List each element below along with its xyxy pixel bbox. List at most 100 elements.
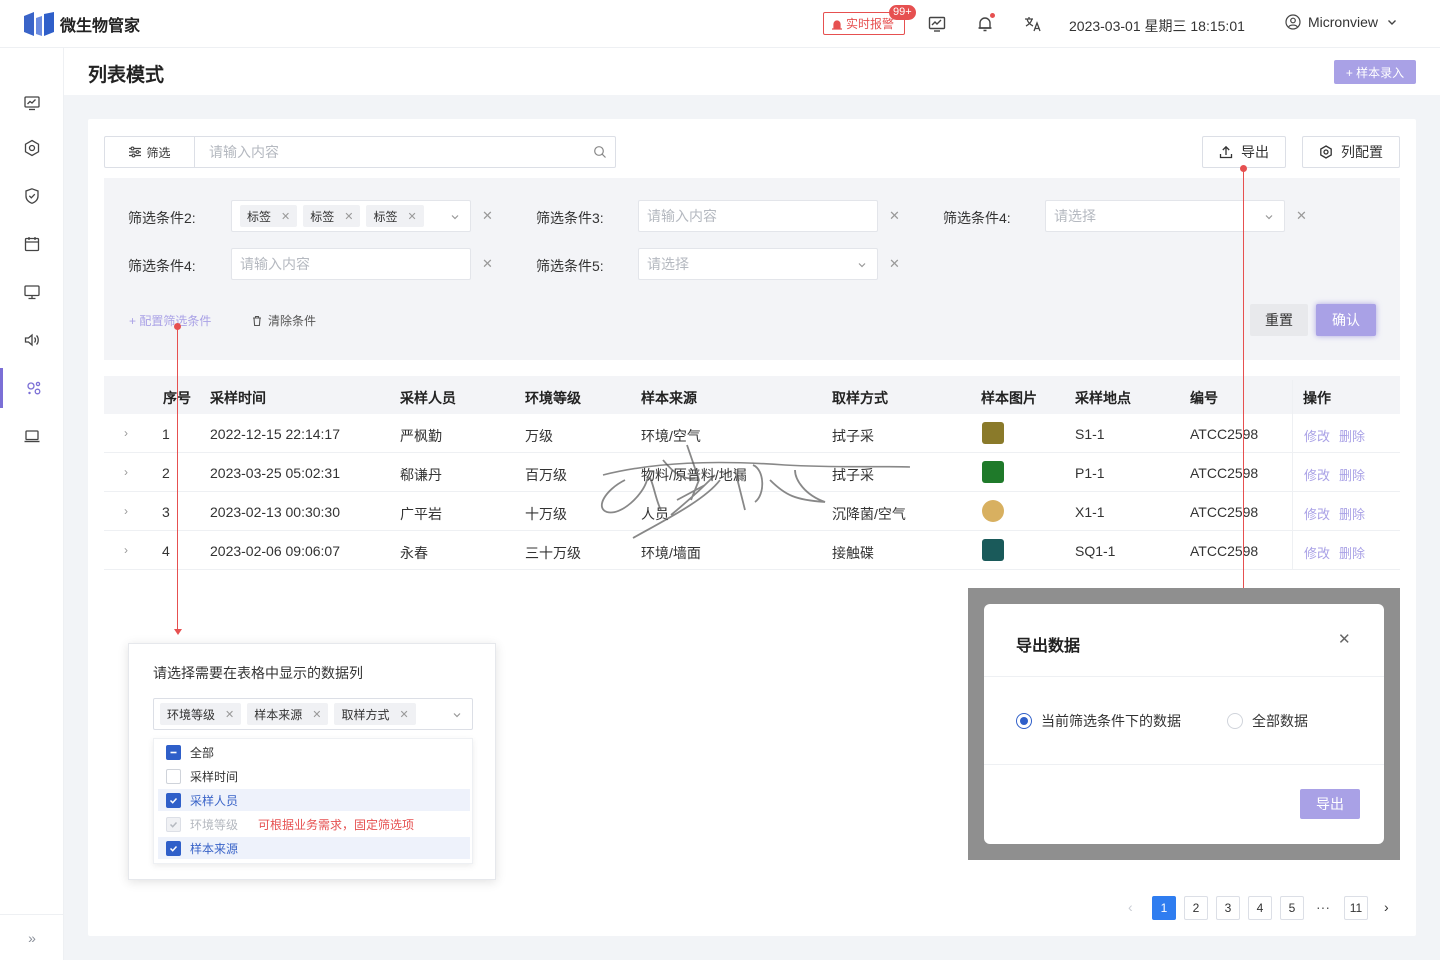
- sidebar-item-microbe[interactable]: [0, 368, 64, 408]
- delete-link[interactable]: 删除: [1339, 426, 1365, 445]
- checkbox[interactable]: [166, 792, 181, 808]
- search-icon[interactable]: [585, 137, 615, 167]
- column-header[interactable]: 取样方式: [832, 388, 888, 408]
- remove-cond2-icon[interactable]: ✕: [482, 208, 493, 224]
- radio-unselected-icon[interactable]: [1227, 713, 1243, 729]
- search-input[interactable]: [195, 137, 585, 167]
- remove-cond4a-icon[interactable]: ✕: [1296, 208, 1307, 224]
- clear-filters-link[interactable]: 清除条件: [251, 312, 316, 329]
- column-option[interactable]: 采样人员: [158, 789, 470, 811]
- filter-cond3-input[interactable]: 请输入内容: [638, 200, 878, 232]
- translate-icon[interactable]: [1023, 14, 1043, 34]
- pagination-ellipsis[interactable]: ···: [1316, 899, 1330, 915]
- page-button[interactable]: 4: [1248, 896, 1272, 920]
- close-icon[interactable]: ✕: [344, 210, 353, 223]
- next-page-icon[interactable]: ›: [1384, 899, 1389, 915]
- filter-tag[interactable]: 标签 ✕: [303, 205, 361, 227]
- checkbox[interactable]: [166, 768, 181, 784]
- radio-all-data[interactable]: 全部数据: [1227, 711, 1308, 731]
- page-button[interactable]: 2: [1184, 896, 1208, 920]
- edit-link[interactable]: 修改: [1304, 426, 1330, 445]
- sidebar-expand-button[interactable]: »: [0, 914, 64, 960]
- chevron-right-icon[interactable]: ›: [124, 543, 128, 557]
- close-icon[interactable]: ✕: [407, 210, 416, 223]
- add-sample-button[interactable]: + 样本录入: [1334, 60, 1416, 84]
- close-icon[interactable]: ✕: [312, 708, 321, 721]
- notification-dot: [990, 13, 995, 18]
- column-tag[interactable]: 取样方式 ✕: [334, 703, 416, 725]
- column-header[interactable]: 环境等级: [525, 388, 581, 408]
- sidebar-item-quality[interactable]: [0, 176, 64, 216]
- sample-thumbnail[interactable]: [982, 422, 1004, 444]
- column-tag[interactable]: 样本来源 ✕: [247, 703, 329, 725]
- column-option-all[interactable]: 全部: [158, 741, 470, 763]
- confirm-button[interactable]: 确认: [1316, 304, 1376, 336]
- column-tag[interactable]: 环境等级 ✕: [160, 703, 242, 725]
- filter-cond5-select[interactable]: 请选择: [638, 248, 878, 280]
- filter-tag[interactable]: 标签 ✕: [240, 205, 298, 227]
- column-header[interactable]: 采样地点: [1075, 388, 1131, 408]
- radio-selected-icon[interactable]: [1016, 713, 1032, 729]
- filter-tag[interactable]: 标签 ✕: [366, 205, 424, 227]
- sidebar-item-laptop[interactable]: [0, 416, 64, 456]
- chevron-right-icon[interactable]: ›: [124, 426, 128, 440]
- sidebar-item-calendar[interactable]: [0, 224, 64, 264]
- checkbox[interactable]: [166, 744, 181, 760]
- edit-link[interactable]: 修改: [1304, 543, 1330, 562]
- export-button[interactable]: 导出: [1202, 136, 1286, 168]
- close-icon[interactable]: ✕: [281, 210, 290, 223]
- close-icon[interactable]: ✕: [399, 708, 408, 721]
- checkbox: [166, 816, 181, 832]
- filter-cond4b-input[interactable]: 请输入内容: [231, 248, 471, 280]
- column-header[interactable]: 编号: [1190, 388, 1218, 408]
- filter-toggle-button[interactable]: 筛选: [105, 137, 195, 167]
- user-menu[interactable]: Micronview: [1285, 14, 1398, 30]
- delete-link[interactable]: 删除: [1339, 543, 1365, 562]
- chevron-right-icon[interactable]: ›: [124, 465, 128, 479]
- configure-filters-link[interactable]: + 配置筛选条件: [129, 312, 211, 329]
- edit-link[interactable]: 修改: [1304, 465, 1330, 484]
- page-button[interactable]: 1: [1152, 896, 1176, 920]
- checkbox[interactable]: [166, 840, 181, 856]
- reset-button[interactable]: 重置: [1250, 304, 1308, 336]
- column-option[interactable]: 采样时间: [158, 765, 470, 787]
- filter-cond2-select[interactable]: 标签 ✕ 标签 ✕ 标签 ✕: [231, 200, 471, 232]
- column-header[interactable]: 样本图片: [981, 388, 1037, 408]
- sample-thumbnail[interactable]: [982, 461, 1004, 483]
- column-header[interactable]: 采样人员: [400, 388, 456, 408]
- alarm-count-badge: 99+: [889, 5, 916, 20]
- remove-cond5-icon[interactable]: ✕: [889, 256, 900, 272]
- delete-link[interactable]: 删除: [1339, 504, 1365, 523]
- sidebar-item-desktop[interactable]: [0, 272, 64, 312]
- app-logo[interactable]: 微生物管家: [24, 12, 140, 36]
- column-option-disabled: 环境等级 可根据业务需求，固定筛选项: [158, 813, 470, 835]
- close-icon[interactable]: ✕: [225, 708, 234, 721]
- current-datetime: 2023-03-01 星期三 18:15:01: [1069, 18, 1245, 34]
- chevron-right-icon[interactable]: ›: [124, 504, 128, 518]
- prev-page-icon[interactable]: ‹: [1128, 899, 1133, 915]
- sidebar-item-broadcast[interactable]: [0, 320, 64, 360]
- sidebar-item-monitor[interactable]: [0, 83, 64, 123]
- remove-cond4b-icon[interactable]: ✕: [482, 256, 493, 272]
- radio-current-filter[interactable]: 当前筛选条件下的数据: [1016, 711, 1181, 731]
- sample-thumbnail[interactable]: [982, 500, 1004, 522]
- column-config-button[interactable]: 列配置: [1302, 136, 1400, 168]
- sample-thumbnail[interactable]: [982, 539, 1004, 561]
- column-option[interactable]: 样本来源: [158, 837, 470, 859]
- page-button[interactable]: 3: [1216, 896, 1240, 920]
- delete-link[interactable]: 删除: [1339, 465, 1365, 484]
- page-button[interactable]: 5: [1280, 896, 1304, 920]
- remove-cond3-icon[interactable]: ✕: [889, 208, 900, 224]
- close-icon[interactable]: ✕: [1338, 630, 1351, 648]
- sidebar-item-settings[interactable]: [0, 128, 64, 168]
- page-button-last[interactable]: 11: [1344, 896, 1368, 920]
- filter-cond4a-select[interactable]: 请选择: [1045, 200, 1285, 232]
- edit-link[interactable]: 修改: [1304, 504, 1330, 523]
- table-header: 序号 采样时间 采样人员 环境等级 样本来源 取样方式 样本图片 采样地点 编号…: [104, 376, 1400, 414]
- logo-icon: [24, 12, 54, 36]
- modal-export-button[interactable]: 导出: [1300, 789, 1360, 819]
- column-header[interactable]: 样本来源: [641, 388, 697, 408]
- column-header[interactable]: 采样时间: [210, 388, 266, 408]
- monitor-chart-icon[interactable]: [927, 14, 947, 34]
- column-multiselect[interactable]: 环境等级 ✕ 样本来源 ✕ 取样方式 ✕: [153, 698, 473, 730]
